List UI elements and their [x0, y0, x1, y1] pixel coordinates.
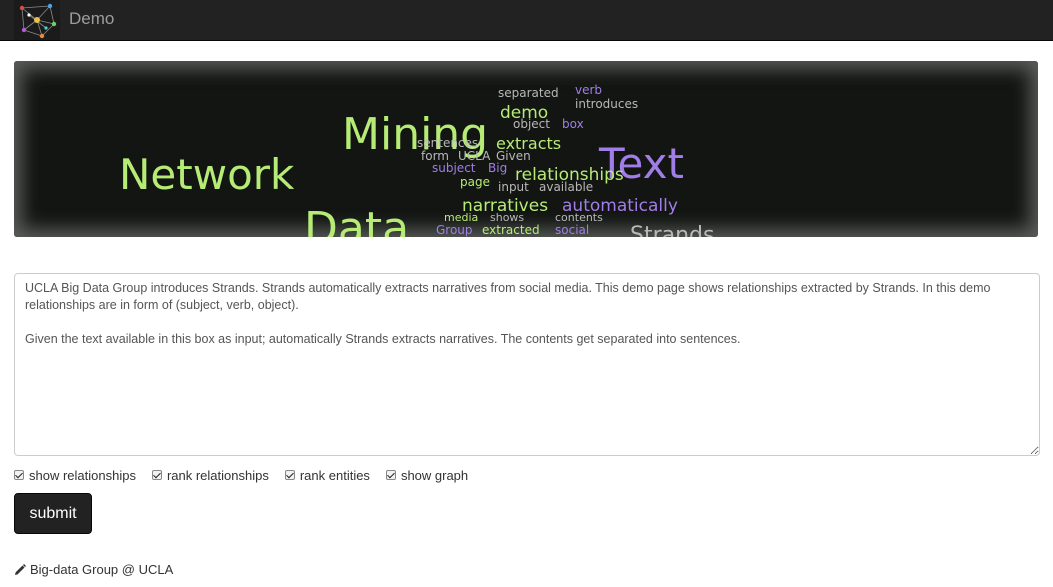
- submit-button[interactable]: submit: [14, 493, 92, 534]
- show-relationships-checkbox[interactable]: [14, 470, 24, 480]
- word-cloud-word: Strands: [630, 223, 715, 237]
- option-rank-entities[interactable]: rank entities: [284, 467, 370, 483]
- rank-relationships-checkbox[interactable]: [151, 470, 162, 480]
- word-cloud-word: Big: [488, 161, 507, 175]
- word-cloud-word: extracted: [482, 223, 540, 237]
- word-cloud-word: sentences: [417, 136, 478, 150]
- word-cloud-word: input: [498, 180, 529, 194]
- network-logo-icon[interactable]: [14, 0, 60, 40]
- word-cloud-word: Data: [304, 203, 409, 237]
- show-graph-label: show graph: [400, 467, 469, 483]
- word-cloud-word: box: [562, 117, 584, 131]
- footer-text: Big-data Group @ UCLA: [30, 562, 174, 577]
- options-row: show relationships rank relationships ra…: [14, 467, 484, 483]
- brand-title[interactable]: Demo: [69, 9, 114, 29]
- text-input[interactable]: UCLA Big Data Group introduces Strands. …: [14, 273, 1040, 456]
- option-show-relationships[interactable]: show relationships: [14, 468, 136, 483]
- rank-relationships-label: rank relationships: [166, 467, 269, 483]
- rank-entities-checkbox[interactable]: [284, 470, 295, 480]
- word-cloud-word: social: [555, 223, 589, 237]
- word-cloud-word: subject: [432, 161, 476, 175]
- word-cloud-banner: Network Mining Data Text Strands separated ver…: [14, 61, 1038, 237]
- show-graph-checkbox[interactable]: [385, 470, 396, 480]
- word-cloud-word: available: [539, 180, 593, 194]
- word-cloud-word: introduces: [575, 97, 638, 111]
- footer: Big-data Group @ UCLA: [14, 562, 173, 577]
- word-cloud-word: verb: [575, 83, 602, 97]
- word-cloud-word: Group: [436, 223, 473, 237]
- option-show-graph[interactable]: show graph: [385, 467, 469, 483]
- rank-entities-label: rank entities: [299, 467, 370, 483]
- word-cloud-word: separated: [498, 86, 559, 100]
- word-cloud-word: page: [460, 175, 490, 189]
- show-relationships-label: show relationships: [29, 467, 136, 483]
- word-cloud-word: Network: [119, 150, 295, 199]
- word-cloud-word: object: [513, 117, 550, 131]
- navbar: Demo: [0, 0, 1053, 41]
- pencil-icon: [15, 563, 26, 575]
- option-rank-relationships[interactable]: rank relationships: [151, 467, 269, 483]
